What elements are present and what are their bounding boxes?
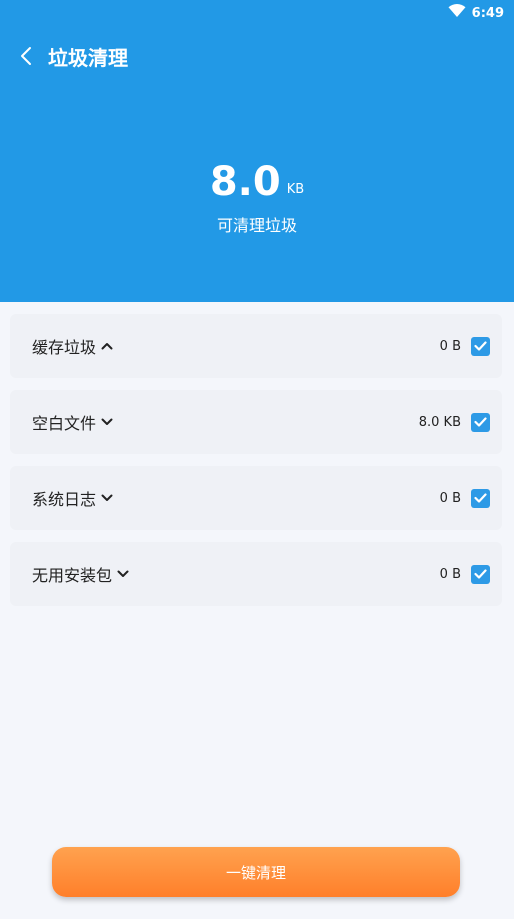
category-label: 系统日志 (32, 490, 97, 509)
category-cache-toggle[interactable]: 缓存垃圾 (32, 334, 114, 358)
category-empty-files-checkbox[interactable] (471, 412, 490, 432)
category-size: 0 B (439, 566, 461, 582)
chevron-down-icon (100, 415, 114, 429)
junk-amount-caption: 可清理垃圾 (216, 216, 297, 235)
status-time: 6:49 (471, 5, 504, 21)
one-click-clean-button[interactable]: 一键清理 (52, 847, 460, 897)
top-bar: 垃圾清理 (16, 40, 128, 72)
chevron-up-icon (100, 339, 114, 353)
category-cache-checkbox[interactable] (471, 336, 490, 356)
chevron-down-icon (116, 567, 130, 581)
checkbox-checked-icon (474, 569, 487, 579)
category-system-logs-toggle[interactable]: 系统日志 (32, 486, 114, 510)
category-label: 无用安装包 (32, 566, 113, 585)
chevron-left-icon (21, 47, 31, 65)
status-bar: 6:49 (448, 4, 504, 22)
chevron-down-icon (100, 491, 114, 505)
category-size: 0 B (439, 490, 461, 506)
checkbox-checked-icon (474, 417, 487, 427)
category-empty-files-toggle[interactable]: 空白文件 (32, 410, 114, 434)
junk-amount: 8.0 KB (0, 158, 514, 206)
category-system-logs-checkbox[interactable] (471, 488, 490, 508)
page-title: 垃圾清理 (48, 45, 128, 70)
category-label: 缓存垃圾 (32, 338, 97, 357)
junk-amount-value: 8.0 (209, 159, 281, 205)
back-button[interactable] (16, 42, 36, 70)
header: 6:49 垃圾清理 8.0 KB 可清理垃圾 (0, 0, 514, 302)
category-list: 缓存垃圾 0 B 空白文件 8.0 KB 系统日志 0 B 无用安装包 0 B (10, 314, 502, 618)
wifi-icon (448, 4, 466, 22)
category-empty-files: 空白文件 8.0 KB (10, 390, 502, 454)
category-label: 空白文件 (32, 414, 97, 433)
category-unused-apks: 无用安装包 0 B (10, 542, 502, 606)
category-unused-apks-checkbox[interactable] (471, 564, 490, 584)
category-system-logs: 系统日志 0 B (10, 466, 502, 530)
category-cache: 缓存垃圾 0 B (10, 314, 502, 378)
category-unused-apks-toggle[interactable]: 无用安装包 (32, 562, 130, 586)
category-size: 0 B (439, 338, 461, 354)
category-size: 8.0 KB (418, 414, 461, 430)
junk-amount-unit: KB (286, 182, 305, 197)
checkbox-checked-icon (474, 493, 487, 503)
checkbox-checked-icon (474, 341, 487, 351)
